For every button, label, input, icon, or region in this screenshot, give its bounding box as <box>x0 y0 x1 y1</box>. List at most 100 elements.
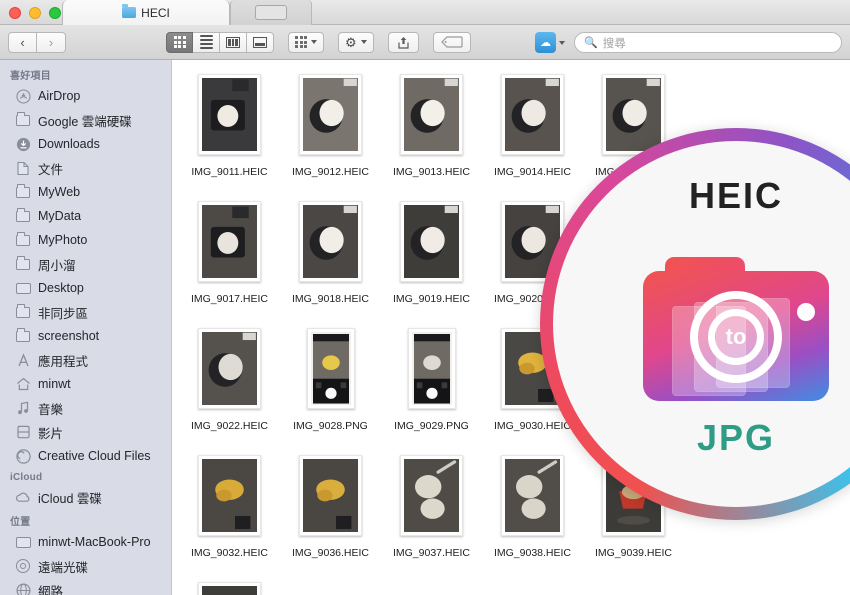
sidebar-item-遠端光碟[interactable]: 遠端光碟 <box>0 554 171 578</box>
list-view-button[interactable] <box>193 32 220 53</box>
file-item[interactable]: IMG_9018.HEIC <box>280 195 381 322</box>
columns-icon <box>226 37 240 48</box>
folder-icon <box>15 328 31 344</box>
sidebar-item-myphoto[interactable]: MyPhoto <box>0 228 171 252</box>
titlebar: HECI <box>0 0 850 25</box>
sidebar-item-label: Desktop <box>38 281 84 295</box>
sidebar-item-mydata[interactable]: MyData <box>0 204 171 228</box>
file-thumbnail <box>202 586 257 595</box>
tab-heci[interactable]: HECI <box>62 0 230 25</box>
file-thumbnail-frame <box>408 328 456 409</box>
back-button[interactable]: ‹ <box>8 32 37 53</box>
movies-icon <box>15 424 31 440</box>
file-item[interactable]: IMG_9013.HEIC <box>381 68 482 195</box>
file-thumbnail-wrap <box>198 322 261 414</box>
action-button[interactable]: ⚙ <box>338 32 374 53</box>
column-view-button[interactable] <box>220 32 247 53</box>
file-item[interactable]: IMG_9011.HEIC <box>179 68 280 195</box>
traffic-lights <box>9 7 61 19</box>
dropbox-icon[interactable]: ☁ <box>535 32 556 53</box>
file-item[interactable]: IMG_9037.HEIC <box>381 449 482 576</box>
sidebar-item-google-雲端硬碟[interactable]: Google 雲端硬碟 <box>0 108 171 132</box>
sidebar-item-icloud-雲碟[interactable]: iCloud 雲碟 <box>0 485 171 509</box>
sidebar-item-downloads[interactable]: Downloads <box>0 132 171 156</box>
coverflow-icon <box>253 37 267 48</box>
tag-control <box>433 32 471 53</box>
file-item[interactable]: IMG_9038.HEIC <box>482 449 583 576</box>
sidebar-item-音樂[interactable]: 音樂 <box>0 396 171 420</box>
file-thumbnail-frame <box>501 74 564 155</box>
file-thumbnail <box>303 459 358 532</box>
sidebar-item-screenshot[interactable]: screenshot <box>0 324 171 348</box>
file-thumbnail-frame <box>299 455 362 536</box>
sidebar-item-label: Creative Cloud Files <box>38 449 151 463</box>
sidebar-item-應用程式[interactable]: 應用程式 <box>0 348 171 372</box>
sidebar-item-label: AirDrop <box>38 89 80 103</box>
coverflow-view-button[interactable] <box>247 32 274 53</box>
folder-icon <box>15 184 31 200</box>
tab-label: HECI <box>141 6 170 20</box>
sidebar-item-網路[interactable]: 網路 <box>0 578 171 595</box>
forward-button[interactable]: › <box>37 32 66 53</box>
overlay-jpg-label: JPG <box>553 417 850 459</box>
file-name-label: IMG_9028.PNG <box>293 420 368 432</box>
tab-new[interactable] <box>230 0 312 25</box>
sidebar-item-airdrop[interactable]: AirDrop <box>0 84 171 108</box>
download-icon <box>15 136 31 152</box>
minimize-button[interactable] <box>29 7 41 19</box>
file-item[interactable]: IMG_9019.HEIC <box>381 195 482 322</box>
file-thumbnail <box>404 459 459 532</box>
sidebar-section-header: 位置 <box>0 509 171 530</box>
grid-icon <box>174 36 186 48</box>
sidebar-item-影片[interactable]: 影片 <box>0 420 171 444</box>
zoom-button[interactable] <box>49 7 61 19</box>
file-item[interactable]: IMG_9036.HEIC <box>280 449 381 576</box>
sidebar-item-label: 非同步區 <box>38 303 88 322</box>
sidebar-item-非同步區[interactable]: 非同步區 <box>0 300 171 324</box>
file-item[interactable]: IMG_9022.HEIC <box>179 322 280 449</box>
file-thumbnail-wrap <box>299 68 362 160</box>
file-item[interactable]: IMG_9028.PNG <box>280 322 381 449</box>
sidebar-item-minwt-macbook-pro[interactable]: minwt-MacBook-Pro <box>0 530 171 554</box>
file-thumbnail-wrap <box>408 322 456 414</box>
airdrop-icon <box>15 88 31 104</box>
sidebar-item-desktop[interactable]: Desktop <box>0 276 171 300</box>
folder-icon <box>15 256 31 272</box>
search-icon: 🔍 <box>584 36 598 49</box>
file-thumbnail-frame <box>400 74 463 155</box>
file-item[interactable]: IMG_9032.HEIC <box>179 449 280 576</box>
file-name-label: IMG_9019.HEIC <box>393 293 470 305</box>
file-thumbnail-wrap <box>400 195 463 287</box>
share-button[interactable] <box>388 32 419 53</box>
chevron-down-icon[interactable] <box>559 41 565 45</box>
file-thumbnail-wrap <box>400 68 463 160</box>
search-input[interactable]: 🔍 搜尋 <box>574 32 842 53</box>
music-icon <box>15 400 31 416</box>
navigation-buttons: ‹ › <box>8 32 66 53</box>
sidebar[interactable]: 喜好項目AirDropGoogle 雲端硬碟Downloads文件MyWebMy… <box>0 60 172 595</box>
file-thumbnail-wrap <box>198 576 261 595</box>
file-item[interactable]: IMG_9040.HEIC <box>179 576 280 595</box>
action-control: ⚙ <box>338 32 374 53</box>
close-button[interactable] <box>9 7 21 19</box>
sidebar-item-myweb[interactable]: MyWeb <box>0 180 171 204</box>
arrange-button[interactable] <box>288 32 324 53</box>
file-item[interactable]: IMG_9029.PNG <box>381 322 482 449</box>
sidebar-item-文件[interactable]: 文件 <box>0 156 171 180</box>
finder-window: HECI ‹ › <box>0 0 850 595</box>
sidebar-item-label: 音樂 <box>38 399 63 418</box>
file-thumbnail-frame <box>198 582 261 595</box>
file-thumbnail-wrap <box>400 449 463 541</box>
file-thumbnail <box>202 205 257 278</box>
file-item[interactable]: IMG_9017.HEIC <box>179 195 280 322</box>
icon-view-button[interactable] <box>166 32 193 53</box>
documents-icon <box>15 160 31 176</box>
file-name-label: IMG_9018.HEIC <box>292 293 369 305</box>
sidebar-item-creative-cloud-files[interactable]: Creative Cloud Files <box>0 444 171 468</box>
tag-button[interactable] <box>433 32 471 53</box>
sidebar-item-minwt[interactable]: minwt <box>0 372 171 396</box>
file-thumbnail-frame <box>198 328 261 409</box>
sidebar-item-周小溜[interactable]: 周小溜 <box>0 252 171 276</box>
file-item[interactable]: IMG_9012.HEIC <box>280 68 381 195</box>
file-thumbnail <box>202 78 257 151</box>
